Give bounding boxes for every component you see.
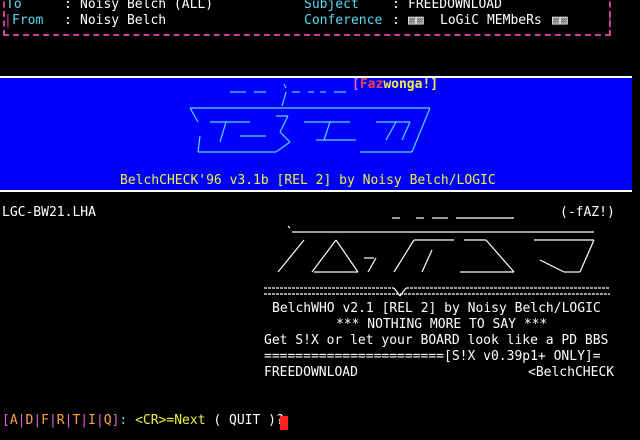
to-colon: : [64, 0, 72, 12]
prompt-key-a[interactable]: A [10, 413, 18, 428]
subject-label: Subject [304, 0, 359, 12]
banner-credit: BelchCHECK'96 v3.1b [REL 2] by Noisy Bel… [120, 173, 496, 188]
subject-value: FREEDOWNLOAD [408, 0, 502, 12]
to-label: To [6, 0, 22, 12]
belchwho-credit: BelchWHO v2.1 [REL 2] by Noisy Belch/LOG… [272, 301, 601, 316]
next-prompt[interactable]: <CR>=Next [135, 413, 205, 428]
subject-colon: : [392, 0, 400, 12]
conference-label: Conference [304, 13, 383, 28]
command-prompt[interactable]: [A|D|F|R|T|I|Q]: <CR>=Next ( QUIT )? [2, 414, 284, 428]
prompt-key-f[interactable]: F [41, 413, 49, 428]
prompt-key-q[interactable]: Q [104, 413, 112, 428]
prompt-key-i[interactable]: I [88, 413, 96, 428]
six-version-line: =======================[S!X v0.39p1+ ONL… [264, 349, 601, 364]
from-label: From [12, 13, 44, 28]
quit-prompt[interactable]: ( QUIT )? [213, 413, 283, 428]
ansi-logo-art [189, 83, 431, 153]
conference-colon: : [392, 13, 400, 28]
six-advert-line: Get S!X or let your BOARD look like a PD… [264, 333, 609, 348]
from-border: | [4, 13, 12, 28]
conference-hatch-icon-right: ▨▨ [552, 13, 568, 28]
prompt-key-r[interactable]: R [57, 413, 65, 428]
ascii-logo-art [264, 217, 610, 297]
from-value: Noisy Belch [80, 13, 167, 28]
freedownload-line: FREEDOWNLOAD [264, 365, 358, 380]
filename: LGC-BW21.LHA [2, 205, 96, 220]
header-right-border: | [606, 13, 614, 28]
belchcheck-tag: <BelchCHECK [528, 365, 615, 380]
nothing-more-line: *** NOTHING MORE TO SAY *** [336, 317, 548, 332]
conference-hatch-icon: ▨▨ [408, 13, 424, 28]
text-cursor[interactable] [280, 416, 288, 430]
conference-value: LoGiC MEMbeRs [440, 13, 542, 28]
to-value: Noisy Belch (ALL) [80, 0, 214, 12]
to-row: To [6, 0, 22, 12]
from-colon: : [64, 13, 72, 28]
